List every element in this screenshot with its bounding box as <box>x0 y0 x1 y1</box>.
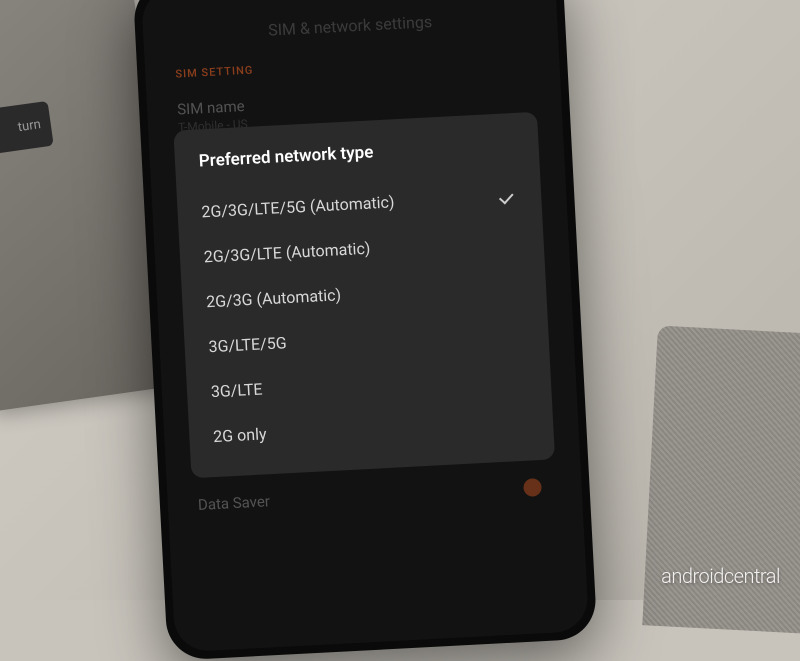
checkmark-icon <box>499 189 518 202</box>
dialog-overlay[interactable]: Preferred network type 2G/3G/LTE/5G (Aut… <box>141 0 589 652</box>
option-label: 2G/3G/LTE/5G (Automatic) <box>201 192 395 221</box>
option-label: 2G/3G (Automatic) <box>206 285 342 311</box>
phone-screen: SIM & network settings SIM SETTING SIM n… <box>141 0 589 652</box>
photo-scene: turn SIM & network settings SIM SETTING … <box>0 0 800 600</box>
phone-device: SIM & network settings SIM SETTING SIM n… <box>133 0 598 661</box>
speaker-fabric <box>642 325 800 634</box>
network-type-dialog: Preferred network type 2G/3G/LTE/5G (Aut… <box>173 112 555 479</box>
option-label: 2G only <box>213 424 267 446</box>
watermark: androidcentral <box>661 564 780 588</box>
keyboard-key: turn <box>0 101 54 157</box>
key-label: turn <box>17 117 42 135</box>
option-label: 2G/3G/LTE (Automatic) <box>203 239 370 267</box>
option-label: 3G/LTE <box>210 379 263 401</box>
option-label: 3G/LTE/5G <box>208 333 287 356</box>
